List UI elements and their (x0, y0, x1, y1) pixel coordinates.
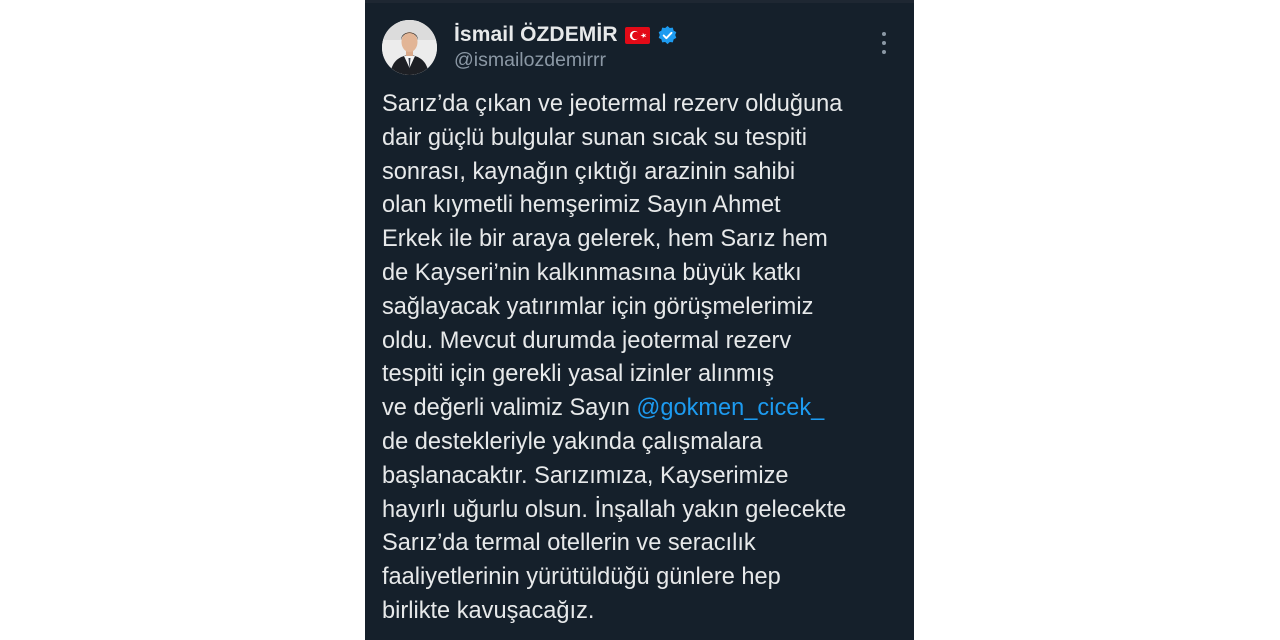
tweet-text: Sarız’da çıkan ve jeotermal rezerv olduğ… (382, 88, 907, 629)
author-name-row: İsmail ÖZDEMİR (454, 21, 678, 49)
avatar-photo (382, 20, 437, 75)
avatar[interactable] (382, 20, 437, 75)
verified-badge-icon (658, 25, 676, 44)
author-display-name[interactable]: İsmail ÖZDEMİR (454, 23, 618, 47)
card-top-edge (365, 0, 914, 3)
author-handle[interactable]: @ismailozdemirrr (454, 49, 606, 72)
tweet-card: İsmail ÖZDEMİR @ismailozdemirrr Sarız’da… (365, 0, 914, 640)
turkish-flag-icon (624, 26, 650, 44)
more-options-icon[interactable] (872, 32, 896, 54)
tweet-text-part1: Sarız’da çıkan ve jeotermal rezerv olduğ… (382, 91, 843, 422)
more-dot (882, 32, 886, 36)
tweet-text-part2: de destekleriyle yakında çalışmalara baş… (382, 428, 847, 624)
more-dot (882, 50, 886, 54)
more-dot (882, 41, 886, 45)
mention-link[interactable]: @gokmen_cicek_ (636, 395, 824, 421)
